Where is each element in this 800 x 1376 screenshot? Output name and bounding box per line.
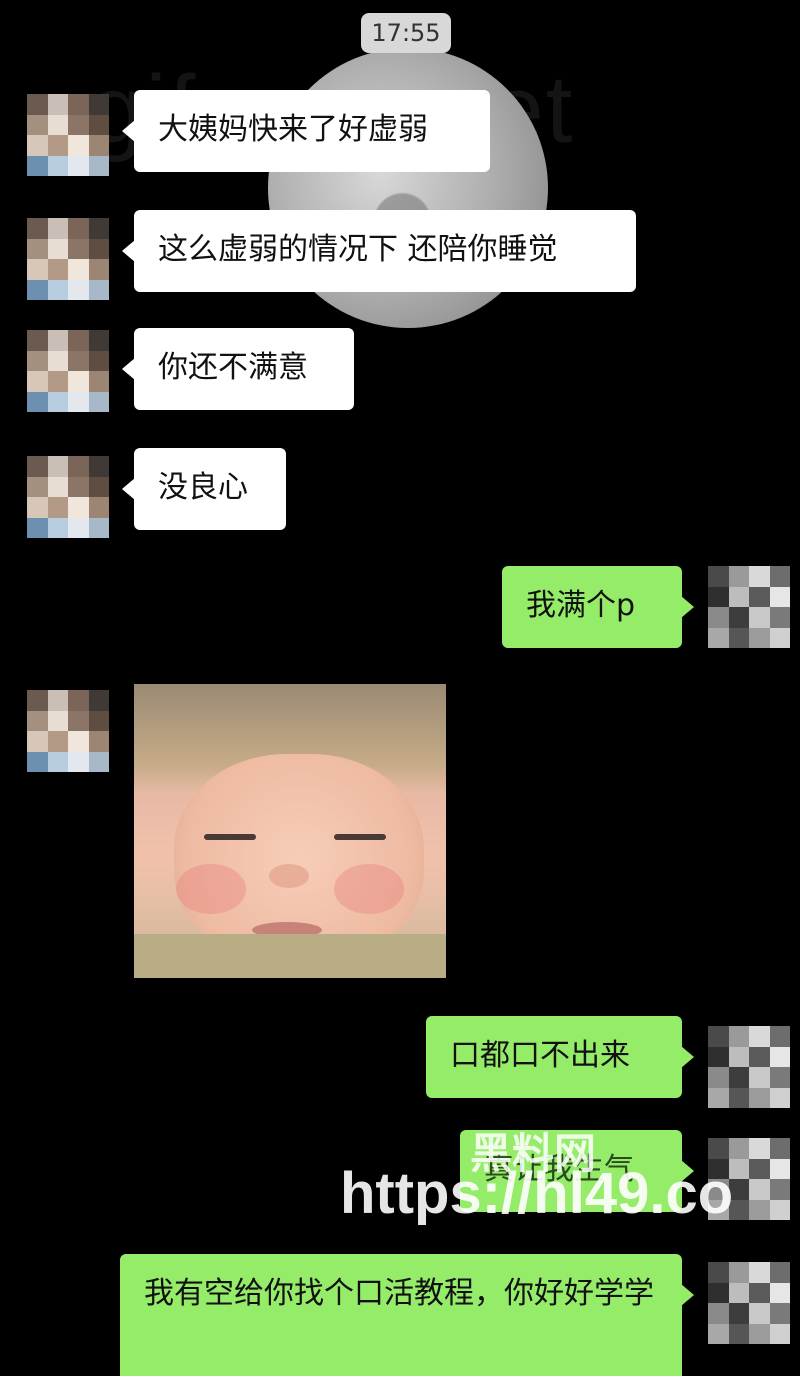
message-bubble-outgoing[interactable]: 口都口不出来	[426, 1016, 694, 1098]
my-avatar[interactable]	[708, 566, 790, 648]
photo-nose	[269, 864, 309, 888]
timestamp-badge: 17:55	[361, 13, 451, 53]
contact-avatar[interactable]	[27, 690, 109, 772]
contact-avatar[interactable]	[27, 218, 109, 300]
image-message-baby-sticker[interactable]	[134, 684, 446, 978]
photo-eye	[334, 834, 386, 840]
contact-avatar[interactable]	[27, 330, 109, 412]
message-bubble-incoming[interactable]: 你还不满意	[122, 328, 354, 410]
photo-scarf	[134, 934, 446, 978]
my-avatar[interactable]	[708, 1026, 790, 1108]
message-bubble-incoming[interactable]: 这么虚弱的情况下 还陪你睡觉	[122, 210, 636, 292]
message-bubble-outgoing[interactable]: 我满个p	[502, 566, 694, 648]
message-bubble-outgoing[interactable]: 真让我生气	[460, 1130, 694, 1212]
contact-avatar[interactable]	[27, 456, 109, 538]
my-avatar[interactable]	[708, 1138, 790, 1220]
message-bubble-incoming[interactable]: 没良心	[122, 448, 286, 530]
photo-eye	[204, 834, 256, 840]
photo-cheek	[176, 864, 246, 914]
message-bubble-outgoing[interactable]: 我有空给你找个口活教程，你好好学学	[120, 1254, 694, 1376]
photo-cheek	[334, 864, 404, 914]
contact-avatar[interactable]	[27, 94, 109, 176]
message-bubble-incoming[interactable]: 大姨妈快来了好虚弱	[122, 90, 490, 172]
my-avatar[interactable]	[708, 1262, 790, 1344]
